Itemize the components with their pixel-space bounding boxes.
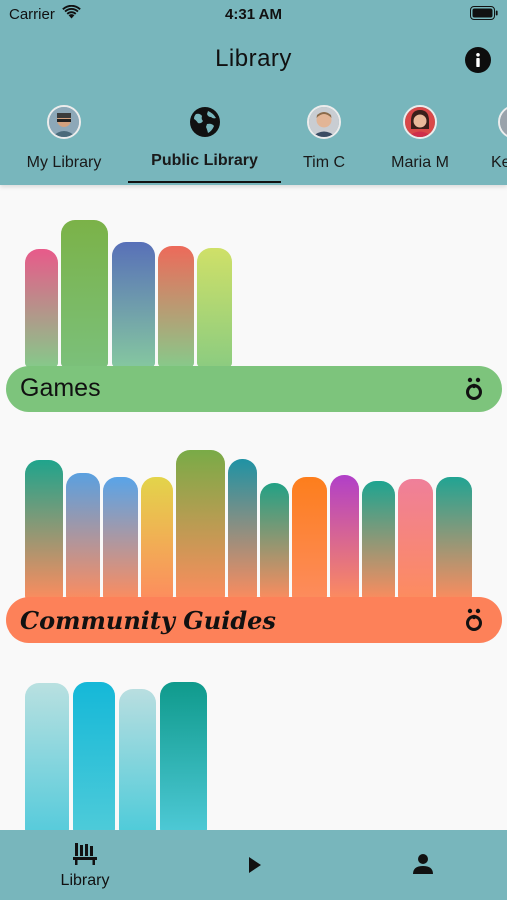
tab-ke[interactable]: Ke (491, 98, 507, 185)
library-icon (73, 843, 97, 865)
shelf-third (0, 645, 507, 830)
page-title: Library (215, 45, 292, 72)
person-icon (413, 854, 433, 874)
shelf-community-guides: Community Guides (0, 415, 507, 645)
book[interactable] (158, 246, 194, 367)
tab-public-library[interactable]: Public Library (128, 98, 281, 185)
avatar (47, 105, 81, 139)
info-button[interactable] (465, 47, 491, 73)
avatar (307, 105, 341, 139)
info-icon (476, 53, 480, 67)
globe-icon (190, 107, 220, 137)
book[interactable] (362, 481, 395, 600)
book[interactable] (112, 242, 155, 367)
book[interactable] (25, 683, 69, 830)
community-guides-shelf-bar[interactable]: Community Guides (6, 597, 502, 643)
library-tabs: My Library Public Library Tim C Maria M … (0, 98, 507, 185)
nav-play[interactable] (230, 830, 280, 900)
shelf-title: Community Guides (20, 606, 276, 635)
status-bar: Carrier 4:31 AM (0, 0, 507, 30)
tab-label: Maria M (391, 154, 449, 171)
book[interactable] (25, 249, 58, 367)
tab-tim-c[interactable]: Tim C (292, 98, 356, 185)
tab-label: Ke (491, 154, 507, 171)
avatar (403, 105, 437, 139)
app-header: Carrier 4:31 AM Library My Library Publi… (0, 0, 507, 185)
nav-label: Library (60, 872, 110, 889)
tab-label: My Library (26, 154, 102, 171)
shelf-games: Games (0, 185, 507, 415)
hive-icon[interactable] (460, 606, 488, 634)
avatar (498, 105, 507, 139)
tab-label: Tim C (302, 154, 346, 171)
book[interactable] (260, 483, 289, 600)
tab-maria-m[interactable]: Maria M (380, 98, 460, 185)
tab-label: Public Library (151, 152, 258, 169)
book[interactable] (436, 477, 472, 600)
avatar-image (309, 107, 339, 137)
avatar-image (500, 107, 507, 137)
book[interactable] (25, 460, 63, 600)
nav-profile[interactable] (397, 830, 449, 900)
avatar-image (49, 107, 79, 137)
book[interactable] (119, 689, 156, 830)
book[interactable] (61, 220, 108, 367)
avatar-image (405, 107, 435, 137)
book[interactable] (103, 477, 138, 600)
active-tab-indicator (128, 181, 281, 183)
book[interactable] (398, 479, 433, 600)
book[interactable] (160, 682, 207, 830)
nav-library[interactable]: Library (40, 830, 130, 900)
play-icon (249, 857, 261, 873)
games-shelf-bar[interactable]: Games (6, 366, 502, 412)
hive-icon[interactable] (460, 375, 488, 403)
book[interactable] (292, 477, 327, 600)
book[interactable] (73, 682, 115, 830)
book[interactable] (141, 477, 173, 600)
book[interactable] (66, 473, 100, 600)
book[interactable] (197, 248, 232, 367)
battery-icon (470, 6, 498, 20)
book[interactable] (330, 475, 359, 600)
book[interactable] (176, 450, 225, 600)
bottom-nav-bar: Library (0, 830, 507, 900)
shelf-title: Games (20, 374, 101, 402)
tab-my-library[interactable]: My Library (18, 98, 110, 185)
book[interactable] (228, 459, 257, 600)
shelves-list: Games Community Guides (0, 185, 507, 830)
status-time: 4:31 AM (225, 6, 282, 23)
